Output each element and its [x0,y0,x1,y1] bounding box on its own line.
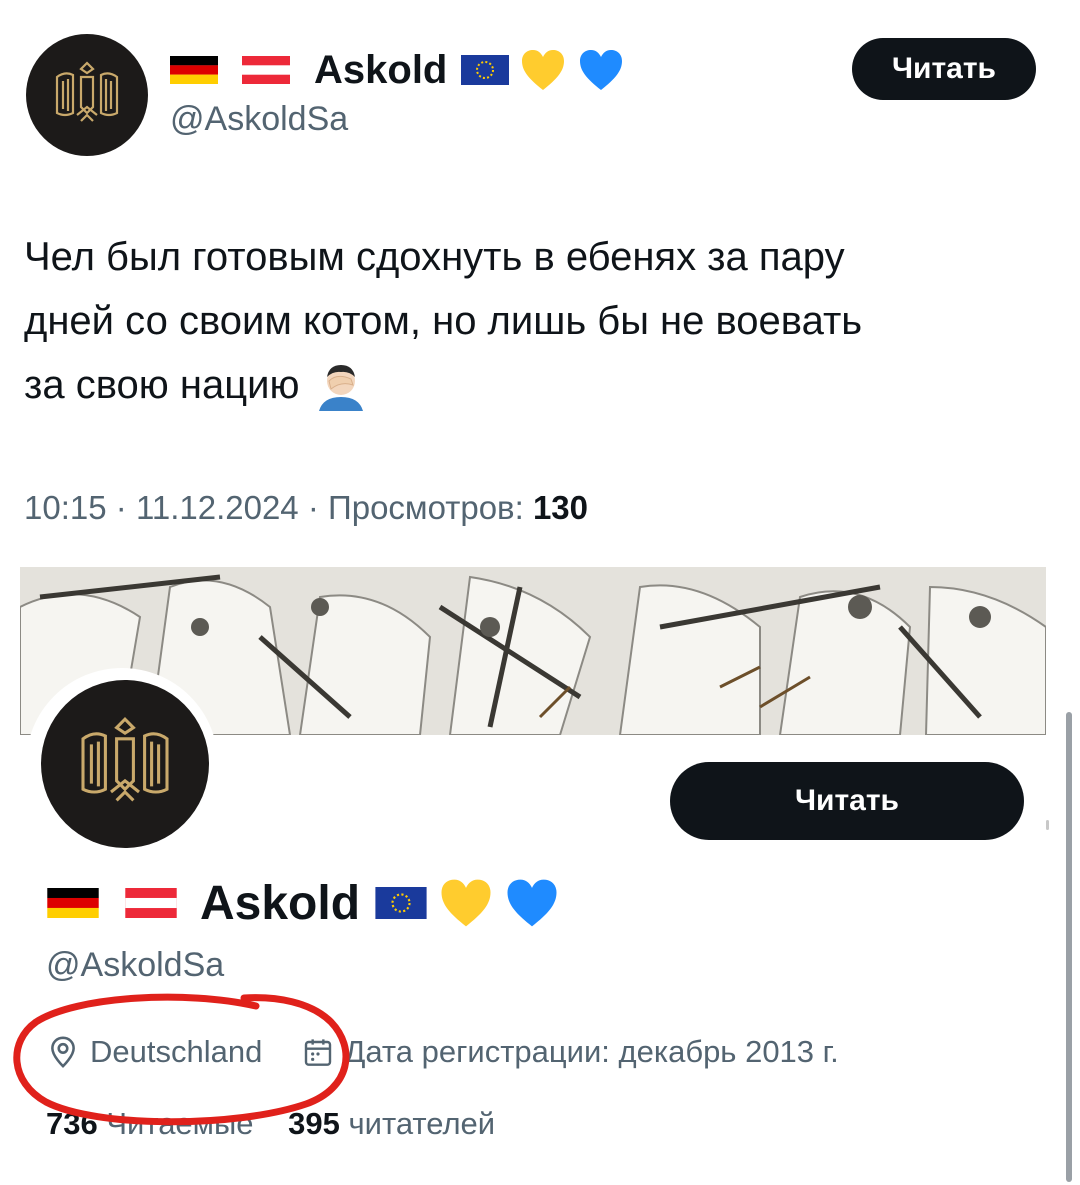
scroll-indicator [1046,820,1049,830]
flag-germany-icon [170,56,218,84]
tweet-text-line-2: дней со своим котом, но лишь бы не воева… [24,299,863,343]
profile-follow-button[interactable]: Читать [670,762,1024,840]
eagle-logo-icon [55,61,119,122]
flag-eu-icon [375,887,427,919]
tweet-date[interactable]: 11.12.2024 [136,489,299,526]
blue-heart-icon [507,879,557,927]
tweet-time[interactable]: 10:15 [24,489,107,526]
yellow-heart-icon [441,879,491,927]
location-pin-icon [51,1036,75,1068]
profile-stats: 736 Читаемые 395 читателей [46,1106,495,1142]
scrollbar-thumb[interactable] [1066,712,1072,1182]
followers-count: 395 [288,1106,340,1141]
profile-handle[interactable]: @AskoldSa [46,946,224,985]
profile-info-row: Deutschland Дата регистрации: декабрь 20… [46,1030,839,1074]
profile-display-name: Askold [200,876,361,930]
facepalm-emoji-icon [319,365,364,411]
flag-austria-icon [242,56,290,84]
blue-heart-icon [580,50,623,90]
tweet-text: Чел был готовым сдохнуть в ебенях за пар… [24,225,1054,417]
flag-austria-icon [125,888,177,918]
views-count: 130 [532,489,588,526]
flag-germany-icon [47,888,99,918]
tweet-text-line-3: за свою нацию [24,363,300,407]
following-label: Читаемые [106,1106,254,1141]
profile-join-date: Дата регистрации: декабрь 2013 г. [344,1034,839,1069]
profile-avatar[interactable] [41,680,209,848]
calendar-icon [305,1039,332,1066]
tweet-handle[interactable]: @AskoldSa [170,100,348,139]
eagle-logo-icon [81,717,169,802]
followers-label: читателей [348,1106,496,1141]
following-link[interactable]: 736 Читаемые [46,1106,262,1141]
profile-name-row[interactable]: Askold [46,872,560,934]
tweet-avatar[interactable] [26,34,148,156]
tweet-text-line-1: Чел был готовым сдохнуть в ебенях за пар… [24,235,845,279]
meta-separator: · [115,489,127,526]
meta-separator: · [307,489,319,526]
following-count: 736 [46,1106,98,1141]
tweet-follow-button[interactable]: Читать [852,38,1036,100]
flag-eu-icon [461,55,510,85]
views-label: Просмотров: [328,489,524,526]
profile-location: Deutschland [90,1034,263,1069]
tweet-author-name-row[interactable]: Askold [170,42,625,98]
yellow-heart-icon [522,50,565,90]
tweet-meta: 10:15 · 11.12.2024 · Просмотров: 130 [24,489,588,527]
followers-link[interactable]: 395 читателей [288,1106,495,1141]
tweet-display-name: Askold [314,47,448,92]
